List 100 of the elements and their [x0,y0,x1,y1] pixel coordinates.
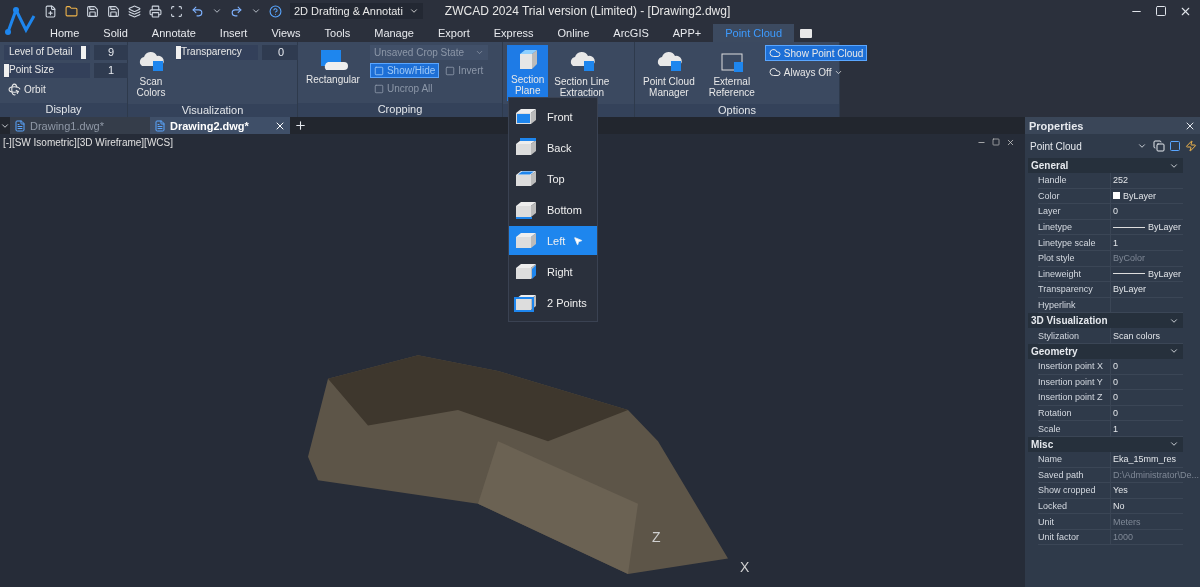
property-value[interactable]: Eka_15mm_res [1110,451,1183,467]
ribbon-tab[interactable]: Manage [362,24,426,42]
caret-icon[interactable] [212,6,222,16]
menu-item[interactable]: Front [509,102,597,131]
document-tab[interactable]: Drawing1.dwg* [10,117,150,134]
property-value[interactable]: Yes [1110,483,1183,498]
new-file-icon[interactable] [44,4,57,18]
property-name: Locked [1038,501,1069,511]
ribbon-tab[interactable]: Views [259,24,313,42]
new-tab-icon[interactable] [294,119,307,132]
slider-thumb[interactable] [176,46,181,59]
property-name: Show cropped [1038,485,1097,496]
axis-label: X [740,559,750,575]
section-header[interactable]: General [1028,158,1183,173]
value-field[interactable]: 0 [262,45,300,60]
maximize-icon[interactable] [1155,4,1167,17]
slider[interactable]: Transparency [176,45,258,60]
menu-item[interactable]: Bottom [509,195,597,224]
slider-thumb[interactable] [4,64,9,77]
redo-icon[interactable] [230,4,243,18]
property-value[interactable]: 0 [1110,405,1183,421]
ribbon-tab[interactable]: Insert [207,24,260,42]
section-button[interactable]: Section Plane [507,45,549,101]
workspace-dropdown[interactable]: 2D Drafting & Annotati [290,3,423,19]
ribbon-tab[interactable]: Export [426,24,482,42]
menu-item[interactable]: Top [509,164,597,193]
property-name: Scale [1038,423,1062,434]
line-sample [1113,273,1145,275]
property-value[interactable]: ByLayer [1110,188,1183,204]
property-value[interactable]: 0 [1110,358,1183,374]
ribbon-tab[interactable]: APP+ [660,24,714,42]
menu-item[interactable]: 2 Points [509,288,597,317]
menu-item[interactable]: Back [509,133,597,162]
folder-icon[interactable] [65,4,78,18]
panel-title: Visualization [128,104,297,117]
window-title: ZWCAD 2024 Trial version (Limited) - [Drawing2.dwg] [444,4,731,18]
save-as-icon[interactable] [107,4,120,18]
property-name: Linetype scale [1038,237,1097,248]
layers-icon[interactable] [128,4,141,18]
property-value[interactable]: ByLayer [1110,266,1183,282]
property-name: Transparency [1038,284,1094,295]
undo-icon[interactable] [191,4,204,18]
section-header[interactable]: 3D Visualization [1028,313,1183,329]
ribbon-tab[interactable]: Solid [91,24,140,42]
rectangular-button[interactable]: Rectangular [302,45,364,100]
value-field[interactable]: 9 [94,45,128,60]
cursor-icon [573,235,584,246]
show-point-cloud-button[interactable]: Show Point Cloud [764,45,868,61]
scan-colors-button[interactable]: Scan Colors [132,45,170,101]
property-value[interactable]: Scan colors [1110,328,1183,343]
color-swatch [1113,192,1120,200]
object-dropdown[interactable]: Point Cloud [1028,140,1149,152]
caret-icon[interactable] [251,6,261,16]
app-logo [4,4,38,38]
property-value[interactable]: 252 [1110,173,1183,188]
ribbon-tab[interactable]: ArcGIS [601,24,661,42]
square-icon [373,65,384,76]
slider[interactable]: Point Size [4,63,90,78]
copy-icon[interactable] [1153,140,1165,152]
slider-thumb[interactable] [80,46,86,59]
quick-select-icon[interactable] [1185,140,1197,152]
close-icon[interactable] [1006,138,1015,147]
property-value[interactable]: No [1110,498,1183,514]
save-icon[interactable] [86,4,99,18]
orbit-icon [8,83,21,96]
line-sample [1113,226,1145,228]
print-icon[interactable] [149,4,162,18]
property-value[interactable]: ByLayer [1110,282,1183,297]
options-button[interactable]: External Reference [704,45,759,101]
property-name: Unit [1038,516,1055,527]
document-tab[interactable]: Drawing2.dwg* [150,117,290,134]
property-name: Layer [1038,206,1062,217]
property-value[interactable]: 0 [1110,374,1183,390]
value-field[interactable]: 1 [94,63,128,78]
property-value[interactable]: ByLayer [1110,219,1183,235]
property-name: Linetype [1038,222,1074,233]
caret-icon [474,48,484,57]
options-button[interactable]: Point Cloud Manager [639,45,699,101]
always-off-dropdown[interactable]: Always Off [764,64,868,80]
menu-item[interactable]: Right [509,257,597,286]
property-value[interactable]: 0 [1110,390,1183,405]
panel-title: Options [635,104,839,117]
select-icon[interactable] [1169,140,1181,152]
scan-icon[interactable] [170,4,183,18]
viewport-label[interactable]: [-][SW Isometric][3D Wireframe][WCS] [3,137,173,148]
ribbon-tab[interactable]: Home [38,24,92,42]
ribbon-tab[interactable]: Express [481,24,546,42]
ribbon-tab[interactable]: Tools [312,24,363,42]
ribbon-tab[interactable]: Online [545,24,602,42]
property-value[interactable]: 1 [1110,421,1183,436]
slider[interactable]: Level of Detail [4,45,90,60]
orbit-button[interactable]: Orbit [4,81,128,98]
collapse-icon[interactable] [800,29,813,38]
ribbon-tab[interactable]: Annotate [139,24,208,42]
help-icon[interactable] [269,4,282,18]
property-name: Lineweight [1038,268,1083,279]
property-value[interactable]: 0 [1110,204,1183,219]
property-name: Color [1038,190,1061,201]
property-value[interactable]: 1 [1110,235,1183,250]
property-name: Unit factor [1038,532,1080,543]
